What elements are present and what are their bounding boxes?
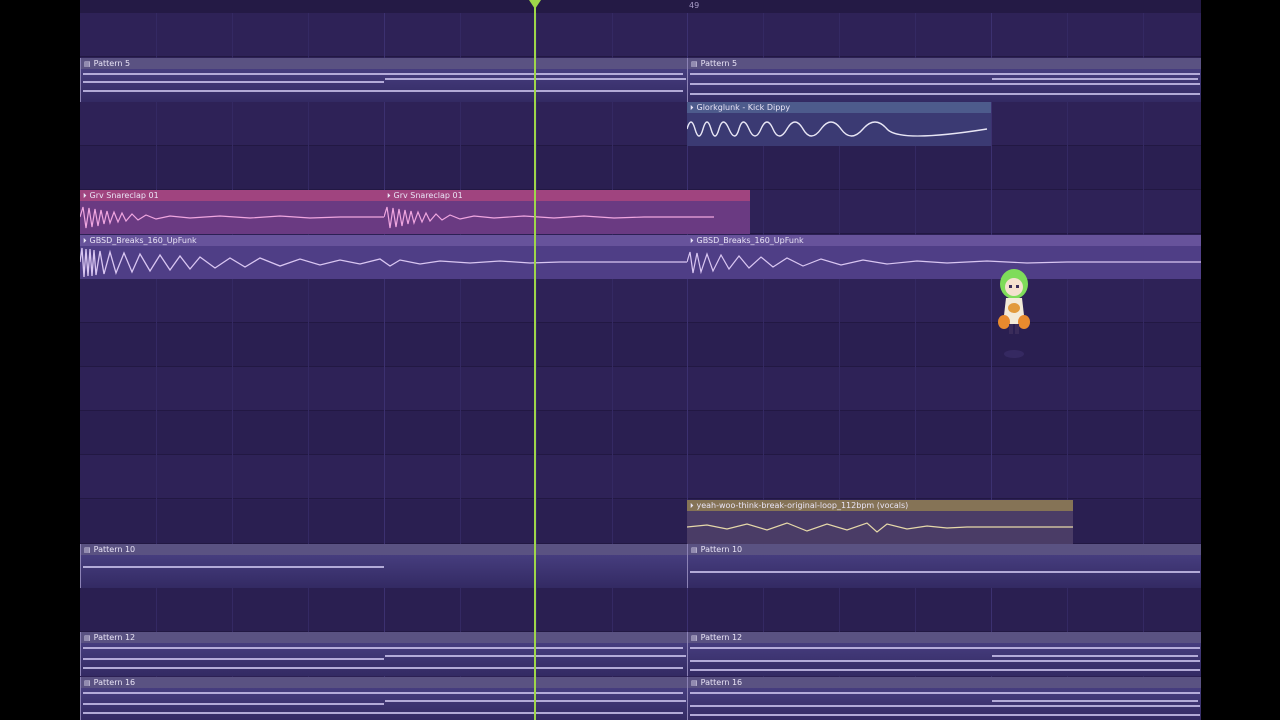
clip-body	[688, 555, 1201, 588]
clip-label: Glorkglunk - Kick Dippy	[696, 103, 791, 112]
clip-label: Grv Snareclap 01	[393, 191, 463, 200]
clip-label: yeah-woo-think-break-original-loop_112bp…	[696, 501, 909, 510]
waveform	[687, 511, 1073, 544]
pattern-clip-icon: ▤	[84, 634, 91, 642]
grid-line	[612, 13, 613, 720]
audio-clip-icon: ⏵	[690, 502, 694, 510]
clip-header: ▤ Pattern 16	[688, 677, 1201, 688]
clip-body	[688, 688, 1201, 720]
grid-line	[460, 13, 461, 720]
clip-header: ▤ Pattern 10	[688, 544, 1201, 555]
kick-waveform	[687, 121, 988, 137]
clip-header: ⏵ GBSD_Breaks_160_UpFunk	[687, 235, 1201, 246]
grid-line	[1143, 13, 1144, 720]
clip-header: ▤ Pattern 5	[688, 58, 1201, 69]
fl-chan-mascot-icon	[998, 269, 1030, 358]
bar-number-label: 49	[689, 1, 700, 10]
pattern-clip-icon: ▤	[84, 546, 91, 554]
grid-line	[536, 13, 537, 720]
track-row[interactable]	[80, 146, 1201, 190]
audio-clip-snare[interactable]: ⏵ Grv Snareclap 01	[80, 190, 384, 234]
clip-header: ▤ Pattern 5	[81, 58, 687, 69]
pattern-clip[interactable]: ▤ Pattern 5	[80, 58, 687, 102]
track-row[interactable]	[80, 102, 1201, 146]
audio-clip-icon: ⏵	[690, 237, 694, 245]
grid-line	[991, 13, 992, 720]
clip-header: ▤ Pattern 12	[688, 632, 1201, 643]
timeline-ruler[interactable]: 49	[80, 0, 1201, 14]
breaks-waveform	[80, 247, 687, 278]
vocals-waveform	[687, 522, 1073, 533]
audio-clip-kick[interactable]: ⏵ Glorkglunk - Kick Dippy	[687, 102, 991, 146]
pattern-clip[interactable]: ▤ Pattern 10	[80, 544, 687, 588]
clip-header: ⏵ Grv Snareclap 01	[80, 190, 384, 201]
grid-line	[308, 13, 309, 720]
audio-clip-snare[interactable]: ⏵ Grv Snareclap 01	[384, 190, 750, 234]
clip-label: Grv Snareclap 01	[89, 191, 159, 200]
clip-body	[688, 69, 1201, 102]
audio-clip-breaks[interactable]: ⏵ GBSD_Breaks_160_UpFunk	[687, 235, 1201, 279]
playhead-marker-icon[interactable]	[529, 0, 541, 9]
audio-clip-icon: ⏵	[387, 192, 391, 200]
grid-line	[156, 13, 157, 720]
pattern-clip[interactable]: ▤ Pattern 10	[687, 544, 1201, 588]
clip-body	[81, 688, 687, 720]
audio-clip-icon: ⏵	[83, 192, 87, 200]
track-row[interactable]	[80, 367, 1201, 411]
pattern-clip[interactable]: ▤ Pattern 12	[687, 632, 1201, 676]
clip-header: ⏵ GBSD_Breaks_160_UpFunk	[80, 235, 687, 246]
waveform	[687, 246, 1201, 279]
snare-waveform	[384, 206, 714, 229]
clip-body	[688, 643, 1201, 676]
clip-label: Pattern 5	[700, 59, 738, 68]
clip-header: ⏵ Grv Snareclap 01	[384, 190, 750, 201]
clip-label: Pattern 16	[700, 678, 743, 687]
grid-line	[232, 13, 233, 720]
pattern-clip[interactable]: ▤ Pattern 16	[687, 677, 1201, 720]
snare-waveform	[80, 206, 384, 229]
pattern-clip-icon: ▤	[84, 679, 91, 687]
track-row[interactable]	[80, 455, 1201, 499]
pattern-clip-icon: ▤	[691, 634, 698, 642]
clip-header: ▤ Pattern 16	[81, 677, 687, 688]
clip-body	[81, 643, 687, 676]
playhead-line[interactable]	[534, 0, 536, 720]
clip-label: GBSD_Breaks_160_UpFunk	[89, 236, 197, 245]
clip-body	[81, 555, 687, 588]
clip-header: ▤ Pattern 12	[81, 632, 687, 643]
clip-label: Pattern 12	[700, 633, 743, 642]
pattern-clip[interactable]: ▤ Pattern 16	[80, 677, 687, 720]
pattern-clip-icon: ▤	[691, 60, 698, 68]
clip-label: Pattern 10	[93, 545, 136, 554]
grid-line	[384, 13, 385, 720]
waveform	[80, 201, 384, 234]
clip-label: Pattern 5	[93, 59, 131, 68]
waveform	[80, 246, 687, 279]
clip-header: ⏵ Glorkglunk - Kick Dippy	[687, 102, 991, 113]
audio-clip-breaks[interactable]: ⏵ GBSD_Breaks_160_UpFunk	[80, 235, 687, 279]
audio-clip-vocals[interactable]: ⏵ yeah-woo-think-break-original-loop_112b…	[687, 500, 1073, 544]
clip-header: ▤ Pattern 10	[81, 544, 687, 555]
audio-clip-icon: ⏵	[690, 104, 694, 112]
waveform	[687, 113, 991, 146]
clip-header: ⏵ yeah-woo-think-break-original-loop_112b…	[687, 500, 1073, 511]
clip-label: Pattern 10	[700, 545, 743, 554]
track-row[interactable]	[80, 13, 1201, 57]
pattern-clip-icon: ▤	[691, 679, 698, 687]
clip-label: Pattern 12	[93, 633, 136, 642]
waveform	[384, 201, 750, 234]
clip-label: Pattern 16	[93, 678, 136, 687]
clip-body	[81, 69, 687, 102]
pattern-clip[interactable]: ▤ Pattern 12	[80, 632, 687, 676]
clip-label: GBSD_Breaks_160_UpFunk	[696, 236, 804, 245]
audio-clip-icon: ⏵	[83, 237, 87, 245]
pattern-clip-icon: ▤	[84, 60, 91, 68]
breaks-waveform	[687, 251, 1201, 275]
playlist-area[interactable]: 49 ▤ Pattern 5 ▤ Pattern 5 ⏵ Glorkglunk …	[80, 0, 1201, 720]
pattern-clip-icon: ▤	[691, 546, 698, 554]
grid-line	[1067, 13, 1068, 720]
track-row[interactable]	[80, 411, 1201, 455]
track-row[interactable]	[80, 588, 1201, 632]
pattern-clip[interactable]: ▤ Pattern 5	[687, 58, 1201, 102]
